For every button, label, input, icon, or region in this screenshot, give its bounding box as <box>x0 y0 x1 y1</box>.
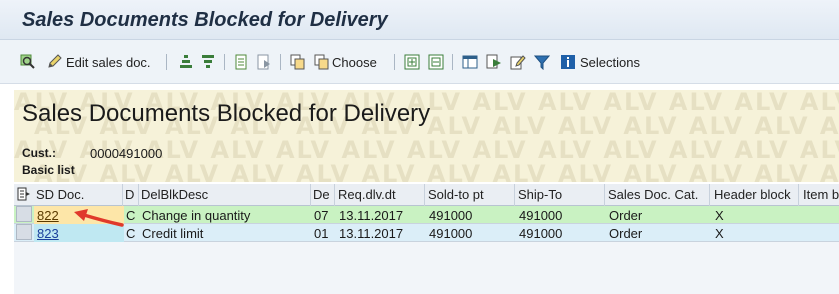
cell-sold-to: 491000 <box>429 208 473 223</box>
column-divider <box>604 184 605 206</box>
sort-descending-button[interactable] <box>200 52 216 72</box>
cell-d: C <box>126 226 136 241</box>
column-header-d[interactable]: D <box>125 187 134 202</box>
grid-header: SD Doc. D DelBlkDesc De Req.dlv.dt Sold-… <box>14 184 839 206</box>
list-title: Sales Documents Blocked for Delivery <box>22 100 431 127</box>
toolbar-separator <box>280 54 281 70</box>
info-icon <box>561 55 575 69</box>
column-header-ship-to[interactable]: Ship-To <box>518 187 562 202</box>
column-header-de[interactable]: De <box>313 187 330 202</box>
cell-de: 01 <box>314 226 329 241</box>
cell-desc: Credit limit <box>142 226 204 241</box>
table-icon <box>462 55 478 69</box>
choose-button[interactable]: Choose <box>314 52 377 72</box>
collapse-button[interactable] <box>428 52 444 72</box>
cell-desc: Change in quantity <box>142 208 251 223</box>
selections-button[interactable]: Selections <box>560 52 640 72</box>
column-header-item-block[interactable]: Item b <box>803 187 839 202</box>
details-arrow-icon <box>257 54 270 70</box>
sort-ascending-button[interactable] <box>178 52 194 72</box>
filter-button[interactable] <box>534 52 550 72</box>
column-divider <box>138 184 139 206</box>
row-selector[interactable] <box>16 206 32 222</box>
display-button[interactable] <box>20 52 36 72</box>
column-header-sd-doc[interactable]: SD Doc. <box>36 187 84 202</box>
toolbar-separator <box>452 54 453 70</box>
table-row[interactable]: 823 C Credit limit 01 13.11.2017 491000 … <box>14 224 839 242</box>
cell-req-dlv: 13.11.2017 <box>339 226 404 241</box>
collapse-icon <box>428 54 444 70</box>
column-divider <box>514 184 515 206</box>
column-divider <box>334 184 335 206</box>
choose-label: Choose <box>332 54 377 70</box>
basic-list-label: Basic list <box>22 163 75 177</box>
column-header-delblkdesc[interactable]: DelBlkDesc <box>141 187 208 202</box>
cell-req-dlv: 13.11.2017 <box>339 208 404 223</box>
export-icon <box>486 54 501 69</box>
column-header-header-block[interactable]: Header block <box>714 187 791 202</box>
layout-edit-icon <box>510 55 526 70</box>
cell-category: Order <box>609 208 643 223</box>
pencil-icon <box>48 54 62 68</box>
toolbar-separator <box>166 54 167 70</box>
expand-icon <box>404 54 420 70</box>
sd-doc-link[interactable]: 823 <box>37 226 59 241</box>
column-divider <box>424 184 425 206</box>
toolbar-separator <box>394 54 395 70</box>
details-button[interactable] <box>234 52 250 72</box>
cell-sold-to: 491000 <box>429 226 473 241</box>
sort-descending-icon <box>202 55 214 68</box>
edit-sales-doc-button[interactable]: Edit sales doc. <box>46 52 151 72</box>
sort-ascending-icon <box>180 55 192 68</box>
cell-de: 07 <box>314 208 329 223</box>
details-disabled-button[interactable] <box>256 52 272 72</box>
expand-button[interactable] <box>404 52 420 72</box>
cell-ship-to: 491000 <box>519 208 563 223</box>
cell-ship-to: 491000 <box>519 226 563 241</box>
details-icon <box>235 54 247 70</box>
column-header-req-dlv-dt[interactable]: Req.dlv.dt <box>338 187 396 202</box>
customer-value: 0000491000 <box>90 146 163 161</box>
list-header: ALV ALV ALV ALV ALV ALV ALV ALV ALV ALV … <box>14 90 839 182</box>
edit-sales-doc-label: Edit sales doc. <box>66 54 151 70</box>
copy-icon <box>290 54 305 70</box>
application-toolbar: Edit sales doc. Choose Selections <box>0 40 839 84</box>
cell-d: C <box>126 208 136 223</box>
watermark-row: ALV ALV ALV ALV ALV ALV ALV ALV ALV ALV … <box>34 160 839 182</box>
alv-grid: SD Doc. D DelBlkDesc De Req.dlv.dt Sold-… <box>14 184 839 294</box>
copy-button[interactable] <box>290 52 306 72</box>
column-divider <box>310 184 311 206</box>
selections-label: Selections <box>580 54 640 70</box>
table-view-button[interactable] <box>462 52 478 72</box>
column-divider <box>709 184 710 206</box>
export-button[interactable] <box>486 52 502 72</box>
column-divider <box>798 184 799 206</box>
choose-icon <box>314 54 329 70</box>
cell-header-block: X <box>715 208 724 223</box>
column-header-sales-doc-cat[interactable]: Sales Doc. Cat. <box>608 187 698 202</box>
toolbar-separator <box>224 54 225 70</box>
window-title: Sales Documents Blocked for Delivery <box>22 9 388 31</box>
display-icon <box>20 54 35 69</box>
customer-label: Cust.: <box>22 146 56 160</box>
change-layout-button[interactable] <box>510 52 526 72</box>
filter-icon <box>534 55 550 70</box>
sd-doc-link[interactable]: 822 <box>37 208 59 223</box>
table-row[interactable]: 822 C Change in quantity 07 13.11.2017 4… <box>14 206 839 224</box>
cell-header-block: X <box>715 226 724 241</box>
row-selector[interactable] <box>16 224 32 240</box>
annotation-arrow-icon <box>74 209 124 227</box>
column-header-sold-to[interactable]: Sold-to pt <box>428 187 484 202</box>
title-bar: Sales Documents Blocked for Delivery <box>0 0 839 40</box>
cell-category: Order <box>609 226 643 241</box>
grid-layout-icon[interactable] <box>17 187 31 201</box>
column-divider <box>122 184 123 206</box>
